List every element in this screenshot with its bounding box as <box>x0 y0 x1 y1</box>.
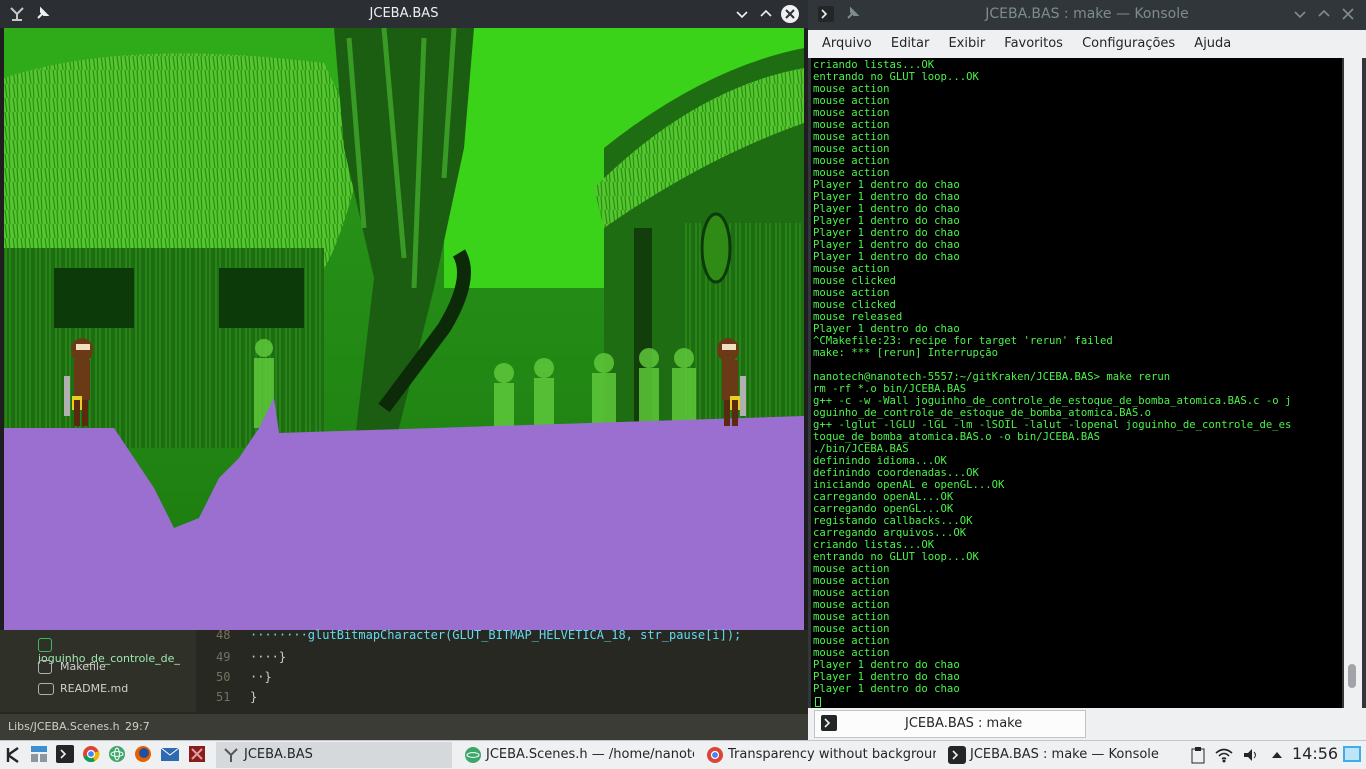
scrollbar-handle[interactable] <box>1348 664 1356 688</box>
window-title: JCEBA.BAS : make — Konsole <box>985 6 1189 22</box>
task-jceba[interactable]: JCEBA.BAS <box>216 742 452 768</box>
atom-icon <box>464 746 482 764</box>
markdown-icon <box>38 683 54 695</box>
file-code-icon <box>38 638 52 652</box>
task-label: JCEBA.BAS <box>244 747 313 762</box>
code-editor[interactable]: joguinho_de_controle_de_ Makefile README… <box>0 628 808 740</box>
volume-icon[interactable] <box>1242 746 1260 764</box>
terminal-output[interactable]: criando listas...OK entrando no GLUT loo… <box>811 58 1342 708</box>
code-line: ········glutBitmapCharacter(GLUT_BITMAP_… <box>250 628 742 642</box>
menu-editar[interactable]: Editar <box>884 30 937 58</box>
line-number: 50 <box>216 670 231 684</box>
firefox-icon[interactable] <box>134 745 152 763</box>
kde-launcher-icon[interactable] <box>4 745 24 765</box>
konsole-window[interactable]: JCEBA.BAS : make — Konsole Arquivo Edita… <box>808 0 1366 740</box>
status-path[interactable]: Libs/JCEBA.Scenes.h <box>8 720 120 733</box>
task-chrome[interactable]: Transparency without backgroun <box>700 742 936 768</box>
game-titlebar[interactable]: JCEBA.BAS <box>0 0 808 28</box>
code-line: ····} <box>250 650 287 664</box>
wifi-icon[interactable] <box>1214 746 1234 764</box>
game-window[interactable]: JCEBA.BAS <box>0 0 808 634</box>
jceba-icon <box>222 746 240 764</box>
show-desktop-icon[interactable] <box>1342 744 1362 764</box>
line-number: 49 <box>216 650 231 664</box>
menu-arquivo[interactable]: Arquivo <box>815 30 879 58</box>
tab-jceba-make[interactable]: JCEBA.BAS : make <box>814 710 1086 738</box>
code-line: } <box>250 690 258 704</box>
terminal-scrollbar[interactable] <box>1344 58 1362 708</box>
konsole-menubar: Arquivo Editar Exibir Favoritos Configur… <box>808 30 1366 58</box>
close-icon[interactable] <box>780 4 800 24</box>
line-number: 51 <box>216 690 231 704</box>
mail-icon[interactable] <box>160 745 180 763</box>
menu-ajuda[interactable]: Ajuda <box>1187 30 1238 58</box>
file-label: README.md <box>60 682 129 695</box>
atom-icon[interactable] <box>108 745 126 763</box>
menu-favoritos[interactable]: Favoritos <box>997 30 1070 58</box>
task-atom[interactable]: JCEBA.Scenes.h — /home/nanotec <box>458 742 694 768</box>
game-scene <box>4 28 804 630</box>
terminal-cursor <box>815 697 821 707</box>
file-item[interactable]: Makefile <box>38 660 106 674</box>
code-line: ··} <box>250 670 272 684</box>
chrome-icon[interactable] <box>82 745 100 763</box>
task-konsole[interactable]: JCEBA.BAS : make — Konsole <box>942 742 1178 768</box>
taskbar: JCEBA.BAS JCEBA.Scenes.h — /home/nanotec… <box>0 740 1366 769</box>
line-number: 48 <box>216 628 231 642</box>
task-label: JCEBA.Scenes.h — /home/nanotec <box>486 747 694 762</box>
konsole-tabbar: JCEBA.BAS : make <box>808 708 1366 740</box>
game-launcher-icon[interactable] <box>188 745 206 763</box>
task-label: JCEBA.BAS : make — Konsole <box>970 747 1159 762</box>
window-title: JCEBA.BAS <box>369 6 439 21</box>
close-icon[interactable] <box>1340 6 1356 22</box>
tab-label: JCEBA.BAS : make <box>905 716 1023 731</box>
file-tree[interactable]: joguinho_de_controle_de_ Makefile README… <box>0 630 196 712</box>
chevron-down-icon[interactable] <box>1292 6 1308 22</box>
chrome-icon <box>706 746 724 764</box>
konsole-launcher-icon[interactable] <box>56 745 74 763</box>
menu-configuracoes[interactable]: Configurações <box>1075 30 1182 58</box>
code-area[interactable]: 48 ········glutBitmapCharacter(GLUT_BITM… <box>200 628 808 712</box>
terminal-icon <box>821 715 837 731</box>
clipboard-icon[interactable] <box>1190 746 1206 764</box>
file-label: Makefile <box>60 660 106 673</box>
editor-statusbar: Libs/JCEBA.Scenes.h 29:7 <box>0 714 808 740</box>
cursor-position[interactable]: 29:7 <box>125 720 150 733</box>
clock[interactable]: 14:56 <box>1292 744 1338 763</box>
expand-tray-icon[interactable] <box>1270 747 1284 761</box>
chevron-down-icon[interactable] <box>734 6 750 22</box>
konsole-titlebar[interactable]: JCEBA.BAS : make — Konsole <box>808 0 1366 28</box>
file-icon <box>38 660 52 674</box>
file-item[interactable]: README.md <box>38 682 128 695</box>
desktop-pager-icon[interactable] <box>30 745 48 763</box>
game-canvas[interactable] <box>4 28 804 630</box>
menu-exibir[interactable]: Exibir <box>941 30 992 58</box>
chevron-up-icon[interactable] <box>758 6 774 22</box>
terminal-icon <box>948 745 966 764</box>
task-label: Transparency without backgroun <box>728 747 936 762</box>
chevron-up-icon[interactable] <box>1316 6 1332 22</box>
terminal-text: criando listas...OK entrando no GLUT loo… <box>813 59 1292 695</box>
